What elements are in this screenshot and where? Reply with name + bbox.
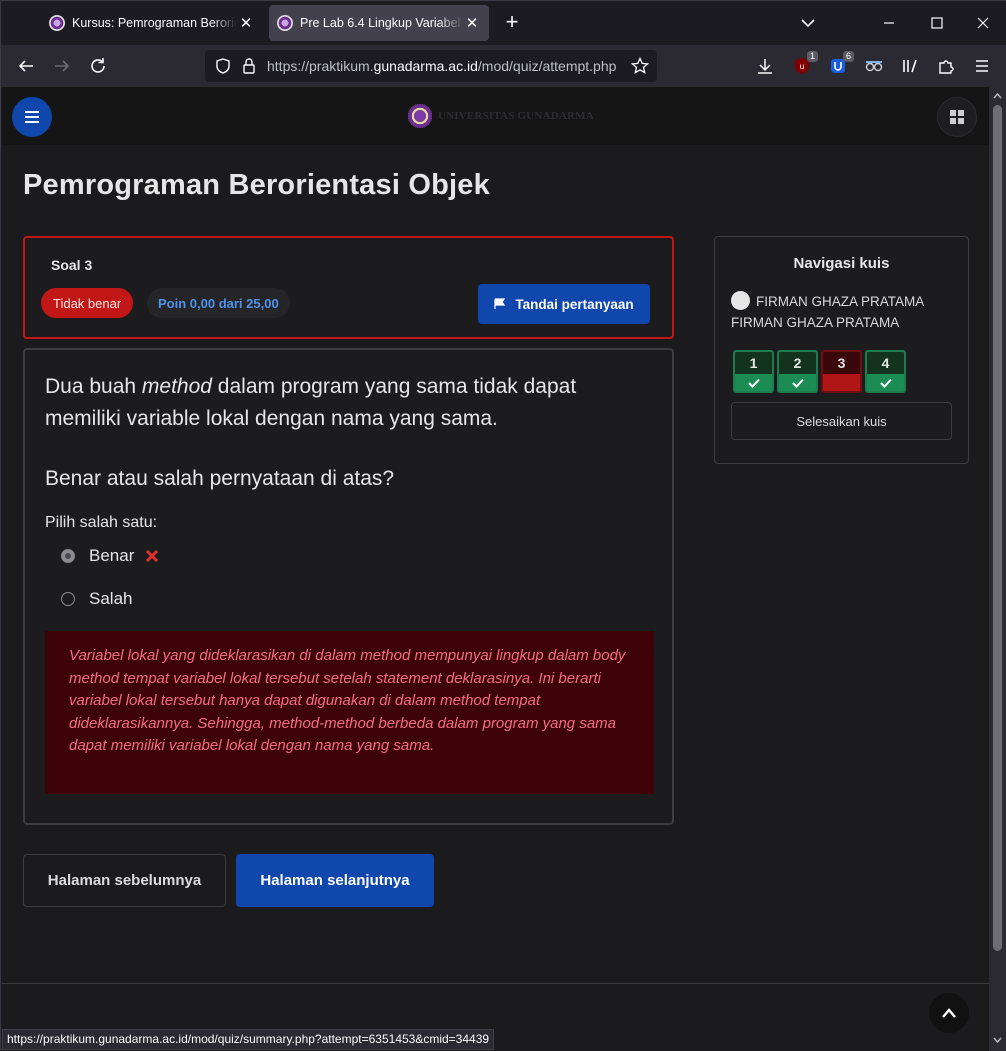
status-bar-url: https://praktikum.gunadarma.ac.id/mod/qu… [2,1029,495,1050]
points-badge: Poin 0,00 dari 25,00 [147,288,290,318]
new-tab-plus-icon[interactable]: + [501,11,523,35]
back-to-top-button[interactable] [929,993,969,1033]
check-icon [879,378,892,388]
lock-icon[interactable] [241,57,257,80]
page-title: Pemrograman Berorientasi Objek [23,169,490,201]
browser-window: Kursus: Pemrograman Berorientasi Objek ✕… [0,0,1006,1051]
question-text-part: Dua buah [45,375,142,398]
url-text[interactable]: https://praktikum.gunadarma.ac.id/mod/qu… [267,58,623,74]
question-content-box: Dua buah method dalam program yang sama … [23,348,674,825]
finish-quiz-button[interactable]: Selesaikan kuis [731,402,952,440]
incorrect-x-icon [146,549,159,563]
flag-question-button[interactable]: Tandai pertanyaan [478,284,650,324]
quiz-navigation-panel: Navigasi kuis FIRMAN GHAZA PRATAMA FIRMA… [714,236,969,464]
quiz-navigation-title: Navigasi kuis [793,255,890,272]
tab-strip: Kursus: Pemrograman Berorientasi Objek ✕… [1,1,1006,45]
site-favicon-icon [277,15,293,31]
logo-text: UNIVERSITAS GUNADARMA [438,110,594,122]
option-benar[interactable]: Benar [61,545,160,567]
next-page-button[interactable]: Halaman selanjutnya [236,854,434,907]
scroll-down-arrow-icon [993,1037,1002,1044]
list-tabs-chevron-icon[interactable] [797,13,819,33]
url-domain: gunadarma.ac.id [373,58,478,74]
option-label: Salah [89,589,133,608]
question-subtext: Benar atau salah pernyataan di atas? [45,467,395,490]
grid-icon [950,110,964,124]
user-name: FIRMAN GHAZA PRATAMA FIRMAN GHAZA PRATAM… [731,294,924,330]
question-text: Dua buah method dalam program yang sama … [45,371,655,435]
question-number: Soal 3 [51,257,93,273]
extension-badge: 6 [842,51,854,62]
quiz-question-button-3[interactable]: 3 [821,350,862,393]
quiz-question-button-1[interactable]: 1 [733,350,774,393]
url-path: /mod/quiz/attempt.php [477,58,617,74]
question-button-number: 2 [793,355,802,371]
status-badge: Tidak benar [41,288,134,318]
quiz-question-button-4[interactable]: 4 [865,350,906,393]
page-scrollbar[interactable] [989,87,1006,1051]
url-bar[interactable]: https://praktikum.gunadarma.ac.id/mod/qu… [205,50,657,82]
feedback-box: Variabel lokal yang dideklarasikan di da… [45,631,654,794]
extensions-puzzle-icon[interactable] [934,54,958,78]
hamburger-icon [25,111,39,123]
hamburger-menu-icon[interactable] [970,54,994,78]
tab-title: Kursus: Pemrograman Berorientasi Objek [72,16,237,30]
ublock-extension-icon[interactable]: u 1 [790,51,818,78]
question-button-number: 3 [837,355,846,371]
minimize-icon[interactable] [875,9,903,37]
question-info-box: Soal 3 Tidak benar Poin 0,00 dari 25,00 … [23,236,674,339]
library-icon[interactable] [898,54,922,78]
maximize-icon[interactable] [923,9,951,37]
svg-text:u: u [800,62,804,71]
tab-close-icon[interactable]: ✕ [463,14,481,32]
private-mask-extension-icon[interactable] [862,54,886,78]
question-button-number: 4 [881,355,890,371]
option-salah[interactable]: Salah [61,588,132,610]
downloads-icon[interactable] [753,54,777,78]
bitwarden-extension-icon[interactable]: 6 [826,51,854,78]
site-favicon-icon [49,15,65,31]
radio-button[interactable] [61,592,75,606]
university-logo[interactable]: UNIVERSITAS GUNADARMA [408,104,594,128]
close-window-icon[interactable] [969,9,997,37]
scroll-up-arrow-icon [993,92,1002,99]
bookmark-star-icon[interactable] [630,56,650,80]
blocks-drawer-button[interactable] [937,97,977,137]
question-text-emphasis: method [141,375,212,398]
drawer-menu-button[interactable] [12,97,52,137]
tab-title: Pre Lab 6.4 Lingkup Variabel (pa [300,16,463,30]
flag-question-label: Tandai pertanyaan [515,296,634,312]
url-prefix: https://praktikum. [267,58,374,74]
tab-quiz[interactable]: Pre Lab 6.4 Lingkup Variabel (pa ✕ [269,5,489,41]
site-header: UNIVERSITAS GUNADARMA [2,87,989,145]
previous-page-button[interactable]: Halaman sebelumnya [23,854,226,907]
forward-arrow-icon[interactable] [48,52,76,80]
chevron-up-icon [942,1008,956,1018]
radio-button-checked[interactable] [61,549,75,563]
tracking-shield-icon[interactable] [214,57,232,80]
user-info[interactable]: FIRMAN GHAZA PRATAMA FIRMAN GHAZA PRATAM… [731,291,956,333]
tab-course[interactable]: Kursus: Pemrograman Berorientasi Objek ✕ [41,5,263,41]
extension-badge: 1 [806,51,818,62]
university-seal-icon [408,104,432,128]
question-button-number: 1 [749,355,758,371]
quiz-question-button-2[interactable]: 2 [777,350,818,393]
scrollbar-thumb[interactable] [993,105,1002,951]
avatar [731,291,750,310]
reload-icon[interactable] [84,52,112,80]
nav-toolbar: https://praktikum.gunadarma.ac.id/mod/qu… [1,45,1006,87]
answer-prompt: Pilih salah satu: [45,514,158,531]
check-icon [791,378,804,388]
back-arrow-icon[interactable] [12,52,40,80]
check-icon [747,378,760,388]
tab-close-icon[interactable]: ✕ [237,14,255,32]
flag-icon [494,298,506,309]
page-content: UNIVERSITAS GUNADARMA Pemrograman Berori… [2,87,989,1051]
option-label: Benar [89,546,135,565]
footer-divider [2,983,989,984]
